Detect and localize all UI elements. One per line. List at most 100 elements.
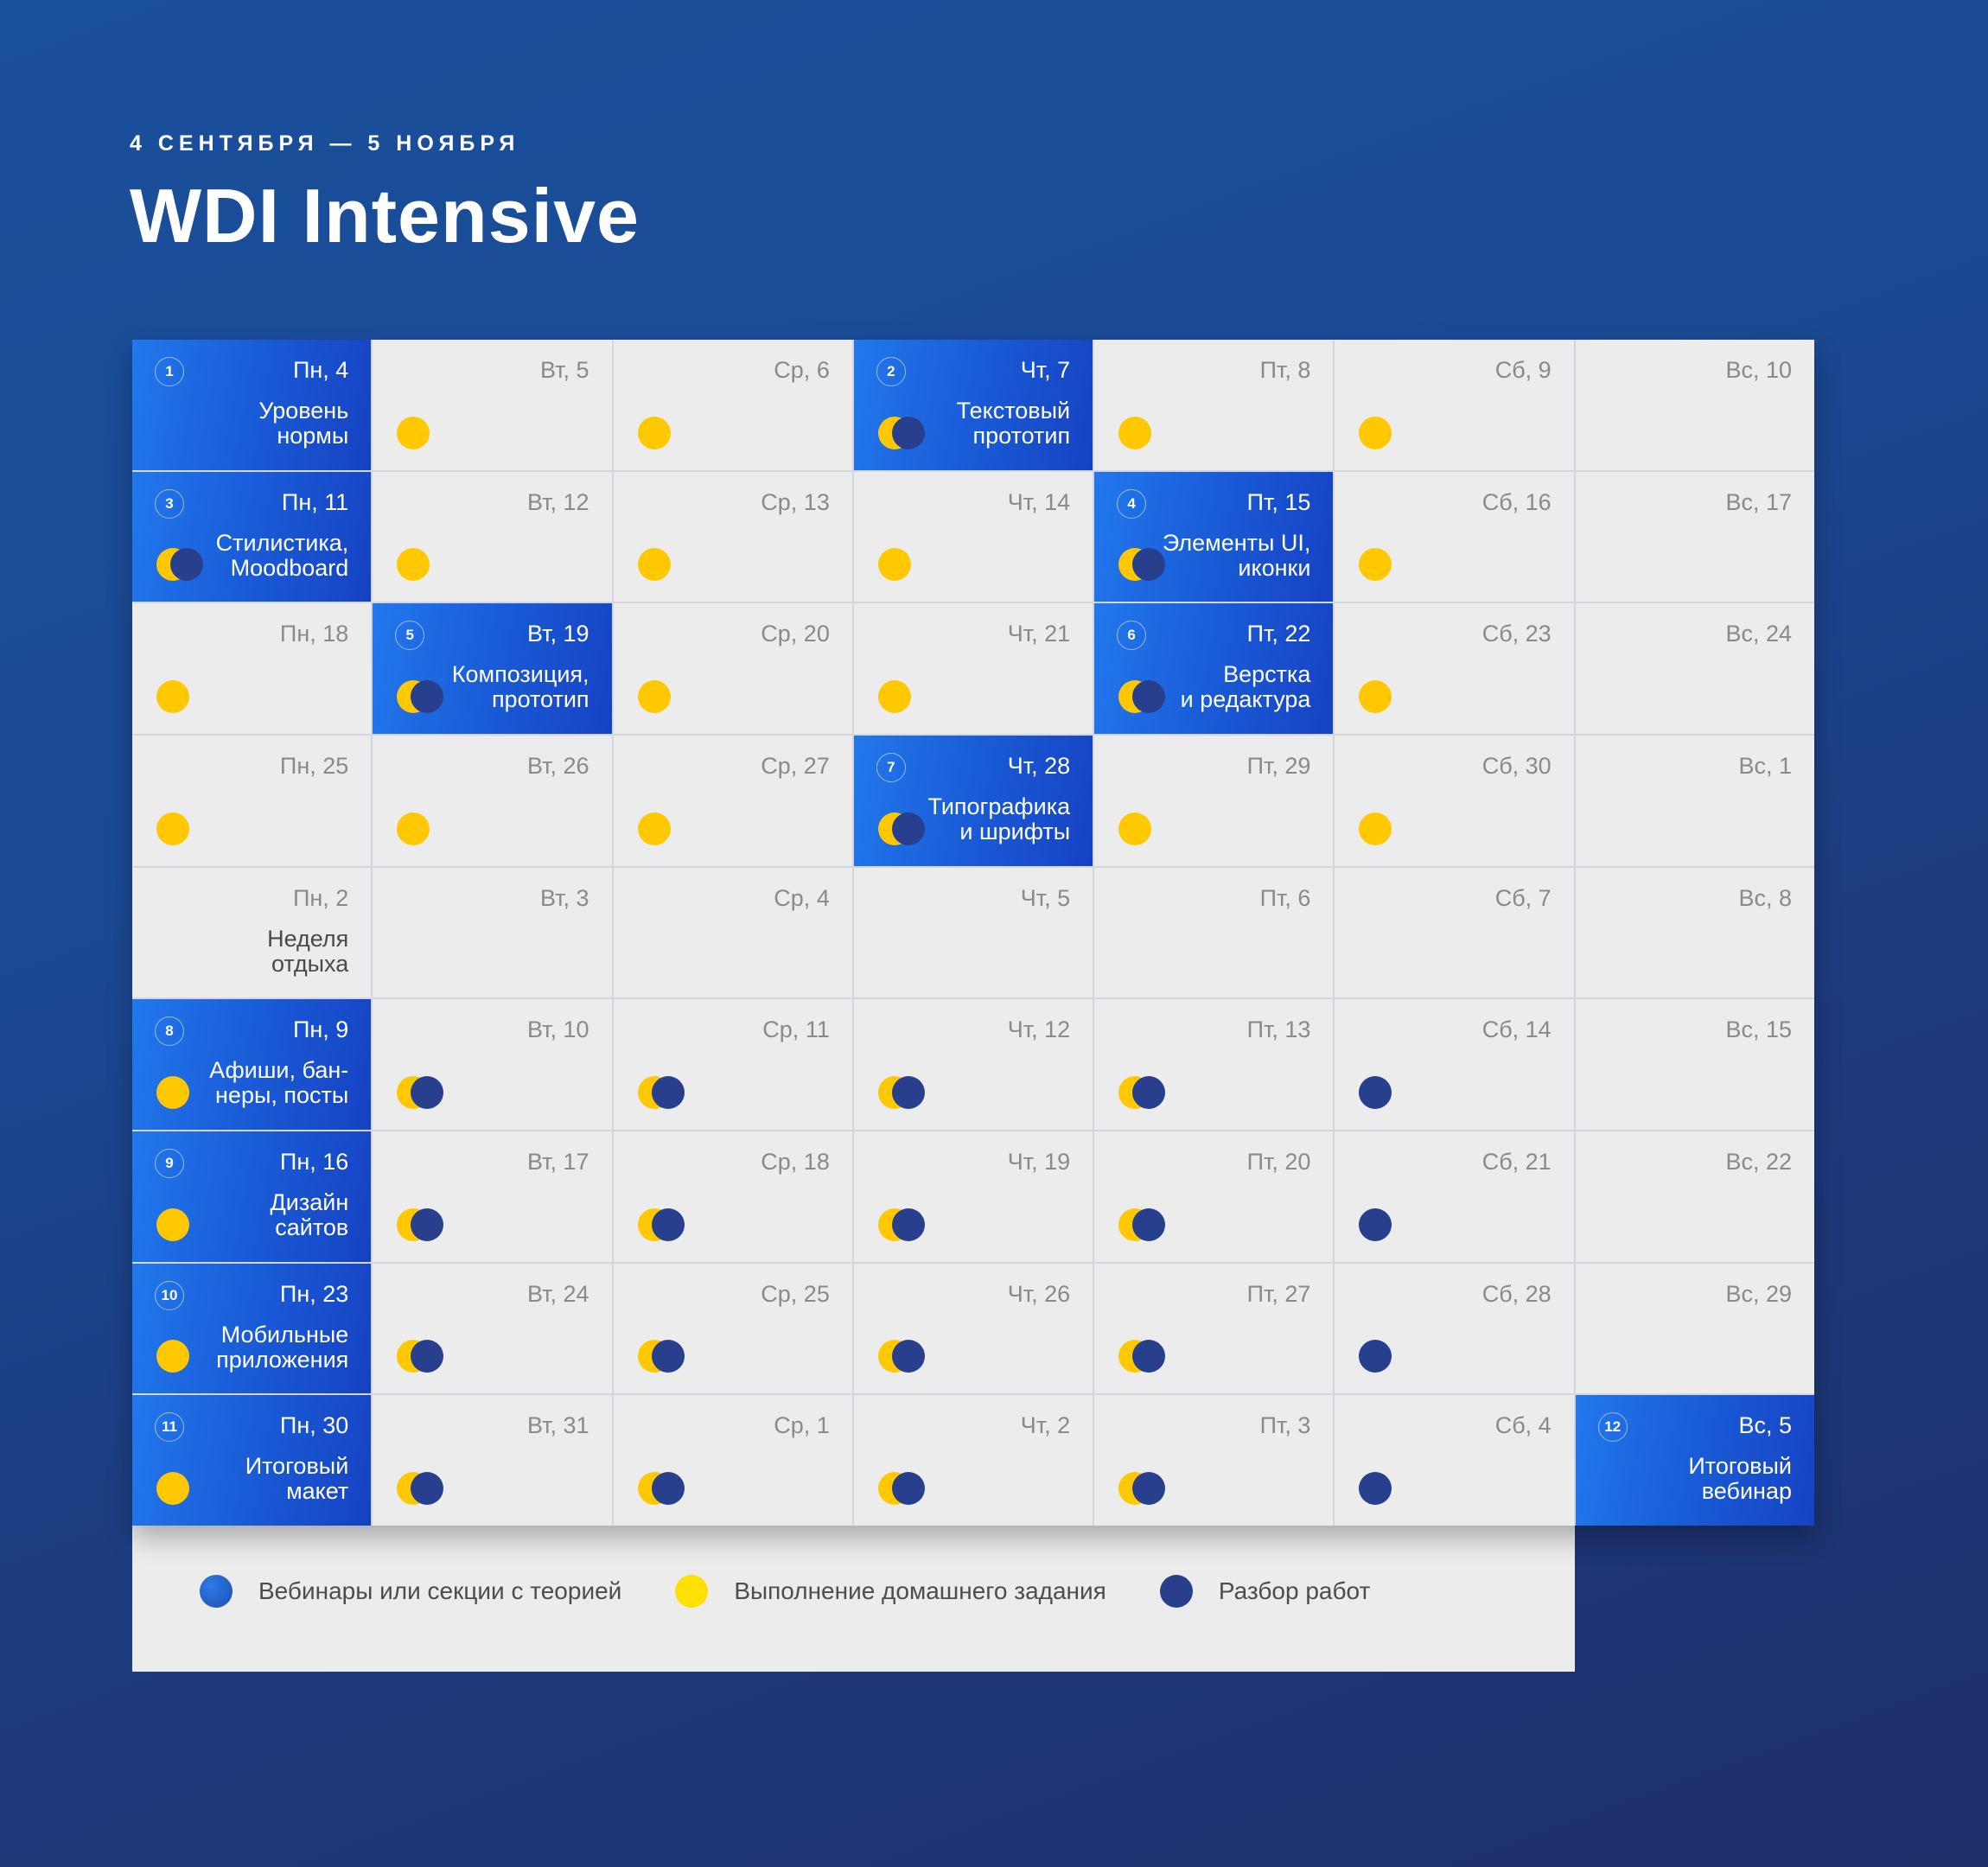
day-date: Вс, 10 (1725, 357, 1792, 383)
date-range: 4 СЕНТЯБРЯ — 5 НОЯБРЯ (130, 131, 520, 156)
day-date: Пн, 9 (292, 1016, 349, 1043)
lesson-day-cell: Пт, 22 6 Верстка и редактура (1094, 603, 1334, 734)
lesson-day-cell: Чт, 28 7 Типографика и шрифты (853, 736, 1093, 866)
day-date: Чт, 7 (1020, 357, 1071, 383)
day-date: Вт, 26 (527, 753, 589, 779)
lesson-title: Мобильные приложения (216, 1321, 349, 1373)
activity-dots (877, 680, 947, 713)
day-cell: Ср, 27 (613, 736, 852, 866)
day-date: Вт, 31 (527, 1412, 589, 1439)
activity-dots (637, 1340, 707, 1373)
day-date: Сб, 23 (1481, 621, 1552, 647)
review-dot-icon (1132, 680, 1166, 713)
activity-dots (397, 680, 466, 713)
day-cell: Вс, 15 (1575, 999, 1814, 1130)
activity-dots (1118, 1472, 1188, 1505)
activity-dots (397, 1076, 466, 1109)
review-dot-icon (891, 416, 925, 449)
day-cell: Пн, 2 Неделя отдыха (132, 867, 372, 998)
homework-dot-icon (1359, 680, 1392, 713)
day-date: Пн, 30 (279, 1412, 349, 1439)
homework-dot-icon (397, 812, 430, 845)
lesson-day-cell: Пн, 16 9 Дизайн сайтов (132, 1131, 372, 1262)
day-cell: Пн, 25 (132, 736, 372, 866)
lesson-day-cell: Пн, 9 8 Афиши, бан- неры, посты (132, 999, 372, 1130)
homework-dot-icon (637, 680, 671, 713)
activity-dots (877, 1340, 947, 1373)
review-dot-icon (651, 1207, 685, 1241)
day-date: Ср, 1 (774, 1412, 830, 1439)
activity-dots (397, 416, 466, 449)
review-dot-icon (411, 1207, 444, 1241)
day-cell: Вт, 10 (373, 999, 612, 1130)
activity-dots (1359, 1207, 1428, 1241)
day-date: Пт, 29 (1246, 753, 1311, 779)
activity-dots (156, 812, 226, 845)
day-date: Пн, 18 (279, 621, 349, 647)
review-dot-icon (651, 1076, 685, 1109)
day-date: Чт, 28 (1007, 753, 1071, 779)
day-date: Вт, 19 (527, 621, 589, 647)
day-cell: Пт, 6 (1094, 867, 1334, 998)
review-dot-icon (1359, 1472, 1392, 1505)
activity-dots (637, 1076, 707, 1109)
lesson-title: Дизайн сайтов (270, 1189, 349, 1240)
day-date: Пт, 13 (1246, 1016, 1311, 1043)
lesson-day-cell: Вс, 5 12 Итоговый вебинар (1575, 1395, 1814, 1526)
review-dot-icon (1132, 548, 1166, 582)
legend-label: Разбор работ (1218, 1577, 1371, 1604)
activity-dots (156, 680, 226, 713)
lesson-number-badge: 7 (876, 753, 906, 782)
homework-dot-icon (156, 1076, 189, 1109)
day-cell: Сб, 9 (1335, 340, 1574, 470)
day-cell: Сб, 23 (1335, 603, 1574, 734)
review-dot-icon (170, 548, 203, 582)
activity-dots (1359, 1472, 1428, 1505)
calendar-grid: Пн, 4 1 Уровень нормы Вт, 5 Ср, 6 Чт, 7 2 Текст… (132, 340, 1814, 1526)
day-cell: Ср, 18 (613, 1131, 852, 1262)
homework-dot-icon (397, 416, 430, 449)
activity-dots (397, 548, 466, 582)
activity-dots (877, 1472, 947, 1505)
day-cell: Вс, 10 (1575, 340, 1814, 470)
day-cell: Пн, 18 (132, 603, 372, 734)
day-date: Пт, 15 (1246, 488, 1311, 515)
day-cell: Чт, 19 (853, 1131, 1093, 1262)
day-cell: Сб, 30 (1335, 736, 1574, 866)
lesson-day-cell: Чт, 7 2 Текстовый прототип (853, 340, 1093, 470)
homework-dot-icon (156, 812, 189, 845)
lesson-title: Итоговый макет (245, 1453, 349, 1505)
day-cell: Ср, 13 (613, 471, 852, 602)
day-cell: Чт, 14 (853, 471, 1093, 602)
activity-dots (1359, 680, 1428, 713)
day-date: Ср, 13 (761, 488, 830, 515)
review-dot-icon (411, 680, 444, 713)
day-date: Пн, 4 (292, 357, 349, 383)
day-cell: Вс, 24 (1575, 603, 1814, 734)
activity-dots (877, 1076, 947, 1109)
day-cell: Пт, 8 (1094, 340, 1334, 470)
day-date: Вт, 10 (527, 1016, 589, 1043)
review-dot-icon (891, 1472, 925, 1505)
review-dot-icon (411, 1076, 444, 1109)
day-date: Пт, 27 (1246, 1280, 1311, 1307)
day-cell: Пт, 20 (1094, 1131, 1334, 1262)
activity-dots (637, 416, 707, 449)
review-dot-icon (891, 812, 925, 845)
legend-panel: Вебинары или секции с теорией Выполнение… (132, 1521, 1575, 1672)
activity-dots (156, 1472, 226, 1505)
activity-dots (1118, 812, 1188, 845)
day-date: Сб, 9 (1494, 357, 1552, 383)
homework-dot-icon (877, 548, 911, 582)
homework-dot-icon (1118, 416, 1152, 449)
day-cell: Вс, 8 (1575, 867, 1814, 998)
day-date: Пт, 6 (1259, 884, 1311, 911)
day-date: Пн, 11 (281, 488, 349, 515)
review-dot-icon (1359, 1340, 1392, 1373)
review-dot-icon (891, 1340, 925, 1373)
day-date: Вс, 24 (1725, 621, 1792, 647)
review-dot-icon (1159, 1575, 1193, 1608)
header: 4 СЕНТЯБРЯ — 5 НОЯБРЯ WDI Intensive (130, 131, 640, 260)
day-cell: Вс, 29 (1575, 1263, 1814, 1394)
day-date: Чт, 26 (1007, 1280, 1071, 1307)
